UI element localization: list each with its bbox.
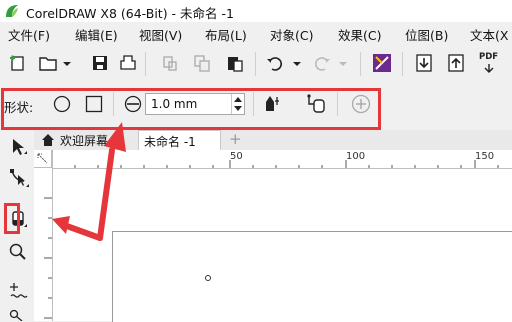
toolbar-separator: [360, 52, 361, 76]
ruler-ticks: [44, 197, 52, 319]
page-center-marker: [205, 275, 211, 281]
title-bar: CorelDRAW X8 (64-Bit) - 未命名 -1: [0, 0, 512, 22]
document-page[interactable]: [112, 231, 512, 322]
import-icon[interactable]: [414, 53, 434, 73]
pdf-download-icon: [484, 64, 494, 73]
pick-tool-icon[interactable]: [9, 137, 29, 157]
tab-untitled-1[interactable]: 未命名 -1: [138, 130, 221, 150]
menu-effects[interactable]: 效果(C): [338, 25, 381, 44]
coreldraw-app-icon: [6, 5, 18, 17]
open-folder-icon[interactable]: [38, 53, 58, 73]
window-title: CorelDRAW X8 (64-Bit) - 未命名 -1: [26, 6, 234, 21]
pdf-label: PDF: [479, 52, 499, 62]
zoom-tool-icon[interactable]: [8, 242, 28, 262]
artistic-media-tool-icon[interactable]: [8, 308, 28, 321]
new-tab-button[interactable]: +: [229, 130, 242, 148]
cut-icon[interactable]: [160, 53, 180, 73]
new-document-icon[interactable]: [8, 53, 28, 73]
menu-view[interactable]: 视图(V): [139, 25, 182, 44]
menu-text[interactable]: 文本(X: [470, 25, 508, 44]
menu-bar: 文件(F) 编辑(E) 视图(V) 布局(L) 对象(C) 效果(C) 位图(B…: [0, 22, 512, 44]
tab-untitled-1-label: 未命名 -1: [144, 135, 196, 149]
export-icon[interactable]: [446, 53, 466, 73]
dropdown-arrow-icon[interactable]: [336, 53, 350, 73]
freehand-tool-icon[interactable]: [8, 281, 30, 301]
shape-tool-icon[interactable]: [8, 167, 30, 189]
dropdown-arrow-icon[interactable]: [290, 53, 304, 73]
highlight-frame-property-bar: [1, 88, 381, 130]
toolbar-separator: [255, 52, 256, 76]
highlight-frame-eraser-tool: [4, 203, 20, 234]
menu-edit[interactable]: 编辑(E): [75, 25, 118, 44]
ruler-origin-icon: [37, 153, 48, 164]
redo-icon[interactable]: [312, 53, 332, 73]
undo-icon[interactable]: [265, 53, 285, 73]
vertical-ruler: [34, 150, 53, 321]
menu-file[interactable]: 文件(F): [8, 25, 50, 44]
ruler-origin[interactable]: [34, 150, 52, 168]
dropdown-arrow-icon[interactable]: [60, 53, 74, 73]
coreldraw-launcher-icon[interactable]: [372, 53, 392, 73]
standard-toolbar: [0, 44, 512, 87]
menu-layout[interactable]: 布局(L): [205, 25, 247, 44]
menu-bitmaps[interactable]: 位图(B): [405, 25, 448, 44]
print-icon[interactable]: [118, 53, 138, 73]
toolbar-separator: [145, 52, 146, 76]
toolbar-separator: [402, 52, 403, 76]
pdf-icon[interactable]: PDF: [478, 52, 502, 76]
home-icon[interactable]: [40, 132, 56, 148]
ruler-ticks: [52, 160, 499, 168]
copy-icon[interactable]: [192, 53, 212, 73]
horizontal-ruler: 50 100 150: [52, 150, 512, 169]
paste-icon[interactable]: [225, 53, 245, 73]
tab-welcome-screen[interactable]: 欢迎屏幕: [60, 132, 138, 152]
menu-object[interactable]: 对象(C): [270, 25, 313, 44]
save-icon[interactable]: [90, 53, 110, 73]
